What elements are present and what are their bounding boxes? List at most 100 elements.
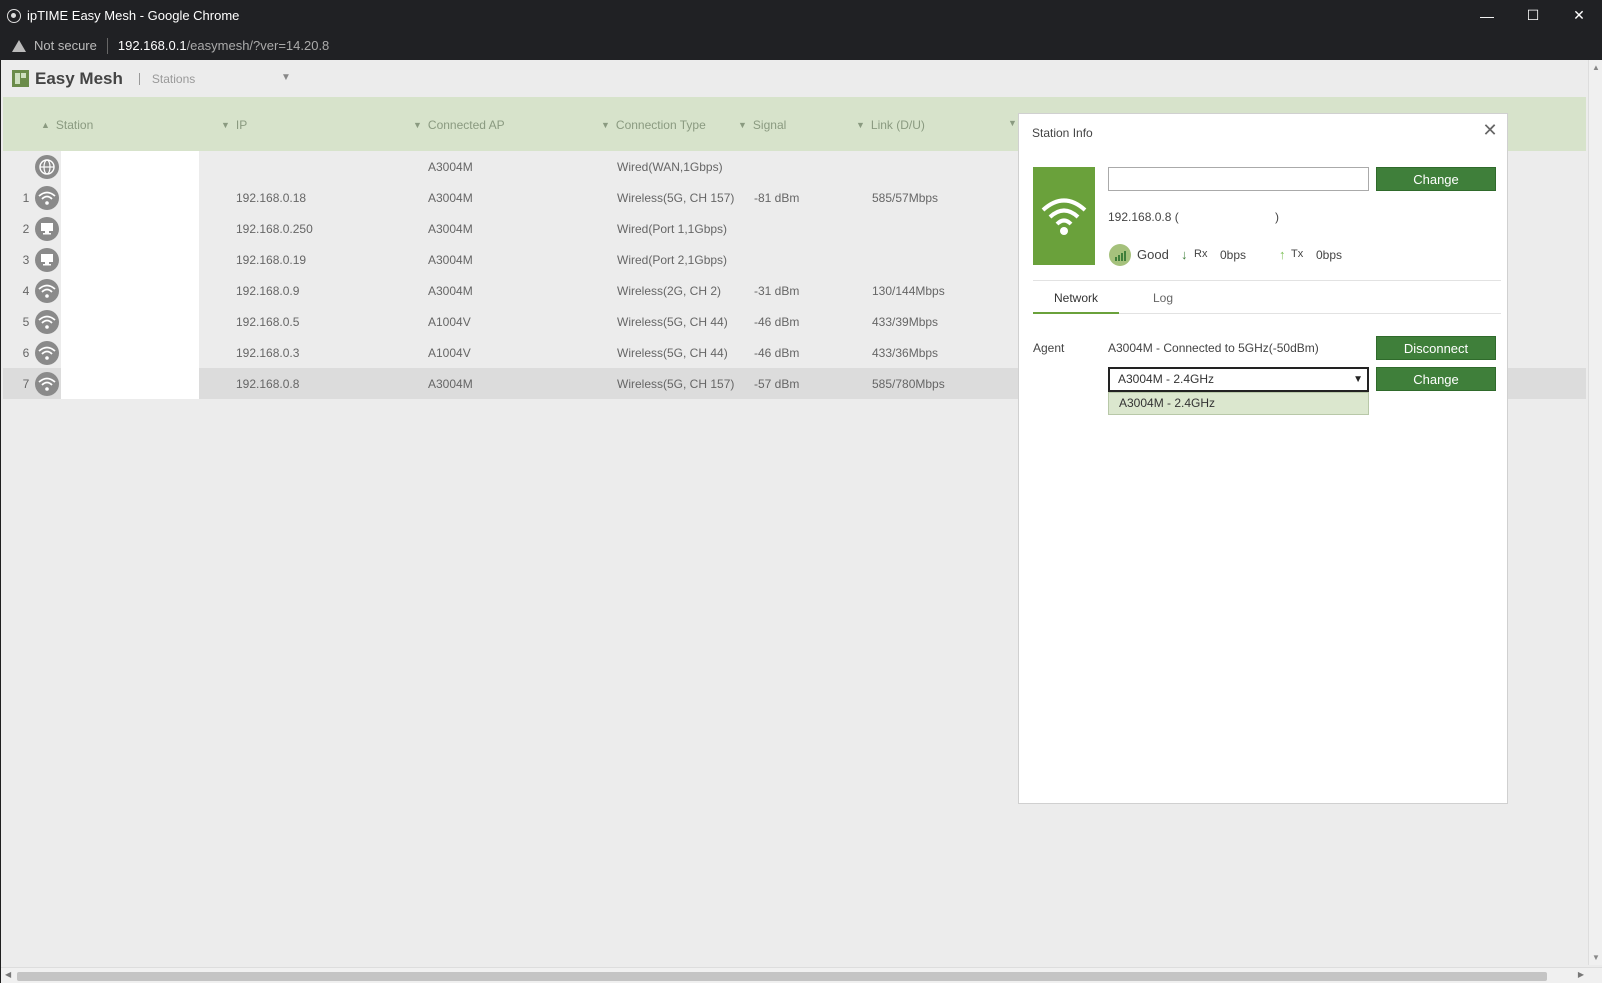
monitor-icon <box>35 248 59 272</box>
column-header-link[interactable]: ▼ Link (D/U) <box>856 118 925 132</box>
wifi-icon <box>1033 167 1095 265</box>
url-host[interactable]: 192.168.0.1 <box>118 38 187 53</box>
link-cell: 585/57Mbps <box>872 191 939 205</box>
ip-cell: 192.168.0.19 <box>236 253 307 267</box>
column-label: Connected AP <box>427 118 505 132</box>
change-agent-button[interactable]: Change <box>1376 367 1496 391</box>
column-header-connection-type[interactable]: ▼ Connection Type <box>601 118 706 132</box>
column-header-ip[interactable]: ▼ IP <box>221 118 247 132</box>
link-cell: 585/780Mbps <box>872 377 945 391</box>
wifi-icon <box>35 310 59 334</box>
link-cell: 433/39Mbps <box>872 315 939 329</box>
sort-icon: ▼ <box>221 120 230 130</box>
panel-divider <box>1033 280 1501 281</box>
agent-select[interactable]: A3004M - 2.4GHz ▼ <box>1108 367 1369 392</box>
type-cell: Wired(Port 2,1Gbps) <box>617 253 728 267</box>
scroll-up-icon[interactable]: ▲ <box>1592 63 1600 72</box>
security-label[interactable]: Not secure <box>34 38 97 53</box>
address-bar[interactable]: Not secure 192.168.0.1/easymesh/?ver=14.… <box>0 31 1602 60</box>
app-header: Easy Mesh Stations ▼ <box>1 60 1586 97</box>
maximize-icon[interactable]: ☐ <box>1510 0 1556 31</box>
ip-cell: 192.168.0.250 <box>236 222 313 236</box>
site-favicon-icon <box>7 8 21 23</box>
type-cell: Wired(Port 1,1Gbps) <box>617 222 728 236</box>
dropdown-option[interactable]: A3004M - 2.4GHz <box>1108 392 1369 415</box>
download-arrow-icon: ↓ <box>1181 247 1188 262</box>
type-cell: Wireless(5G, CH 44) <box>617 315 728 329</box>
wifi-icon <box>35 341 59 365</box>
link-cell: 130/144Mbps <box>872 284 945 298</box>
sort-asc-icon: ▲ <box>41 120 50 130</box>
station-name-cell[interactable] <box>61 151 199 182</box>
tab-log[interactable]: Log <box>1153 291 1173 305</box>
column-header-connected-ap[interactable]: ▼ Connected AP <box>413 118 505 132</box>
sort-icon: ▼ <box>413 120 422 130</box>
app-viewport: Easy Mesh Stations ▼ ▲ Station ▼ IP ▼ Conne… <box>1 60 1602 983</box>
station-name-cell[interactable] <box>61 337 199 368</box>
window-title: ipTIME Easy Mesh - Google Chrome <box>27 8 240 23</box>
panel-tabs: Network Log <box>1033 284 1501 314</box>
station-name-cell[interactable] <box>61 275 199 306</box>
horizontal-scrollbar[interactable]: ◀ ▶ <box>1 967 1602 983</box>
station-name-cell[interactable] <box>61 213 199 244</box>
column-label: Station <box>55 118 94 132</box>
ap-cell: A3004M <box>428 377 473 391</box>
warning-icon[interactable] <box>12 39 26 52</box>
ap-cell: A1004V <box>428 346 471 360</box>
station-name-cell[interactable] <box>61 368 199 399</box>
station-name-input[interactable] <box>1108 167 1369 191</box>
url-path[interactable]: /easymesh/?ver=14.20.8 <box>187 38 330 53</box>
rx-label: Rx <box>1194 248 1208 260</box>
row-number: 6 <box>22 346 30 360</box>
station-name-cell[interactable] <box>61 244 199 275</box>
scrollbar-thumb[interactable] <box>17 972 1547 981</box>
signal-quality: Good <box>1137 247 1169 262</box>
agent-select-value: A3004M - 2.4GHz <box>1118 372 1215 386</box>
type-cell: Wireless(5G, CH 157) <box>617 191 735 205</box>
close-window-icon[interactable]: ✕ <box>1556 0 1602 31</box>
station-info-panel: Station Info ✕ Change 192.168.0.8 ( ) Go… <box>1018 113 1508 804</box>
vertical-scrollbar[interactable]: ▲ ▼ <box>1588 60 1602 965</box>
sort-icon: ▼ <box>601 120 610 130</box>
column-header-station[interactable]: ▲ Station <box>41 118 93 132</box>
wifi-icon <box>35 372 59 396</box>
type-cell: Wireless(2G, CH 2) <box>617 284 722 298</box>
rx-value: 0bps <box>1220 248 1247 262</box>
row-number: 7 <box>22 377 30 391</box>
scroll-down-icon[interactable]: ▼ <box>1592 953 1600 962</box>
upload-arrow-icon: ↑ <box>1279 247 1286 262</box>
disconnect-button[interactable]: Disconnect <box>1376 336 1496 360</box>
tab-network[interactable]: Network <box>1054 291 1098 305</box>
column-header-signal[interactable]: ▼ Signal <box>738 118 786 132</box>
row-number: 4 <box>22 284 30 298</box>
signal-cell: -57 dBm <box>754 377 800 391</box>
ap-cell: A3004M <box>428 253 473 267</box>
type-cell: Wireless(5G, CH 157) <box>617 377 735 391</box>
ap-cell: A1004V <box>428 315 471 329</box>
signal-cell: -46 dBm <box>754 346 800 360</box>
station-name-cell[interactable] <box>61 306 199 337</box>
tx-label: Tx <box>1291 248 1304 260</box>
column-label: Connection Type <box>615 118 706 132</box>
signal-cell: -46 dBm <box>754 315 800 329</box>
sort-icon: ▼ <box>856 120 865 130</box>
column-label: IP <box>235 118 248 132</box>
panel-title: Station Info <box>1032 126 1093 140</box>
scroll-right-icon[interactable]: ▶ <box>1578 970 1584 979</box>
address-separator <box>106 37 108 54</box>
active-tab-indicator <box>1033 312 1119 314</box>
close-icon[interactable]: ✕ <box>1481 121 1499 139</box>
scroll-left-icon[interactable]: ◀ <box>5 970 11 979</box>
row-number: 1 <box>22 191 30 205</box>
agent-label: Agent <box>1033 341 1065 355</box>
ap-cell: A3004M <box>428 191 473 205</box>
signal-cell: -31 dBm <box>754 284 800 298</box>
change-name-button[interactable]: Change <box>1376 167 1496 191</box>
view-selector-value: Stations <box>151 71 196 86</box>
view-selector[interactable]: Stations ▼ <box>138 71 291 86</box>
station-name-cell[interactable] <box>61 182 199 213</box>
wifi-icon <box>35 279 59 303</box>
chevron-down-icon: ▼ <box>1353 374 1363 385</box>
type-cell: Wired(WAN,1Gbps) <box>617 160 723 174</box>
minimize-icon[interactable]: — <box>1464 0 1510 31</box>
